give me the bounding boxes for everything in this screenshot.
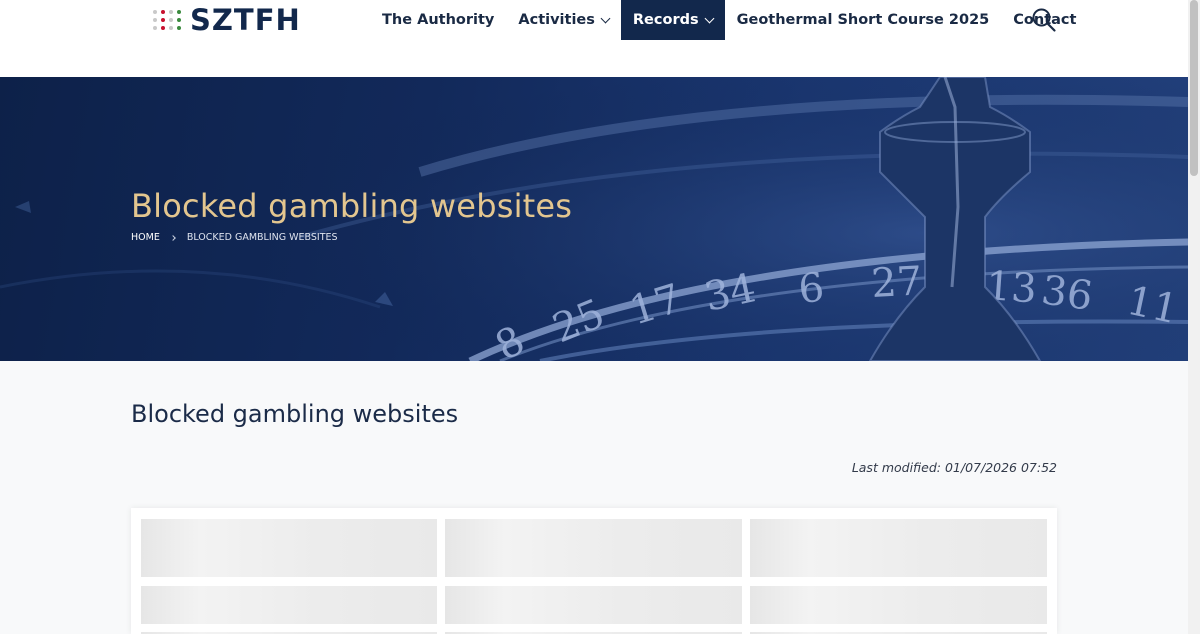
blocked-sites-table	[131, 508, 1057, 634]
main-nav: The Authority Activities Records Geother…	[370, 0, 1088, 40]
page-title: Blocked gambling websites	[131, 400, 459, 428]
table-cell-placeholder	[445, 586, 742, 624]
breadcrumb: HOME BLOCKED GAMBLING WEBSITES	[131, 232, 338, 243]
logo-dots-icon	[153, 10, 181, 30]
roulette-number: 36	[1039, 267, 1096, 320]
nav-item-geothermal-short-course[interactable]: Geothermal Short Course 2025	[725, 0, 1002, 40]
breadcrumb-home-link[interactable]: HOME	[131, 232, 160, 243]
chevron-right-icon	[169, 234, 176, 241]
hero-title: Blocked gambling websites	[131, 187, 573, 225]
page-scrollbar[interactable]	[1188, 0, 1200, 634]
nav-item-label: Records	[632, 12, 699, 28]
nav-item-records[interactable]: Records	[620, 0, 725, 40]
nav-item-label: The Authority	[382, 12, 495, 28]
last-modified: Last modified: 01/07/2026 07:52	[820, 460, 1057, 475]
last-modified-value: 01/07/2026 07:52	[944, 460, 1057, 475]
last-modified-label: Last modified:	[851, 460, 941, 475]
scrollbar-thumb[interactable]	[1190, 0, 1198, 176]
search-icon	[1032, 8, 1056, 32]
logo-text: SZTFH	[190, 3, 301, 37]
nav-item-the-authority[interactable]: The Authority	[370, 0, 506, 40]
nav-item-activities[interactable]: Activities	[506, 0, 621, 40]
roulette-number: 6	[796, 265, 826, 313]
table-cell-placeholder	[141, 586, 437, 624]
site-logo[interactable]: SZTFH	[153, 3, 301, 37]
chevron-down-icon	[600, 13, 611, 23]
nav-item-label: Geothermal Short Course 2025	[736, 12, 990, 28]
table-header-cell	[750, 519, 1047, 577]
site-header: SZTFH The Authority Activities Records G…	[0, 0, 1188, 77]
search-button[interactable]	[1031, 7, 1057, 33]
chevron-down-icon	[704, 13, 715, 23]
table-header-cell	[445, 519, 742, 577]
table-header-cell	[141, 519, 437, 577]
breadcrumb-current: BLOCKED GAMBLING WEBSITES	[186, 232, 338, 243]
nav-item-label: Activities	[518, 12, 595, 28]
hero-banner: 8 25 17 34 6 27 13 36 11 Blocked gamblin…	[0, 77, 1188, 361]
table-cell-placeholder	[750, 586, 1047, 624]
